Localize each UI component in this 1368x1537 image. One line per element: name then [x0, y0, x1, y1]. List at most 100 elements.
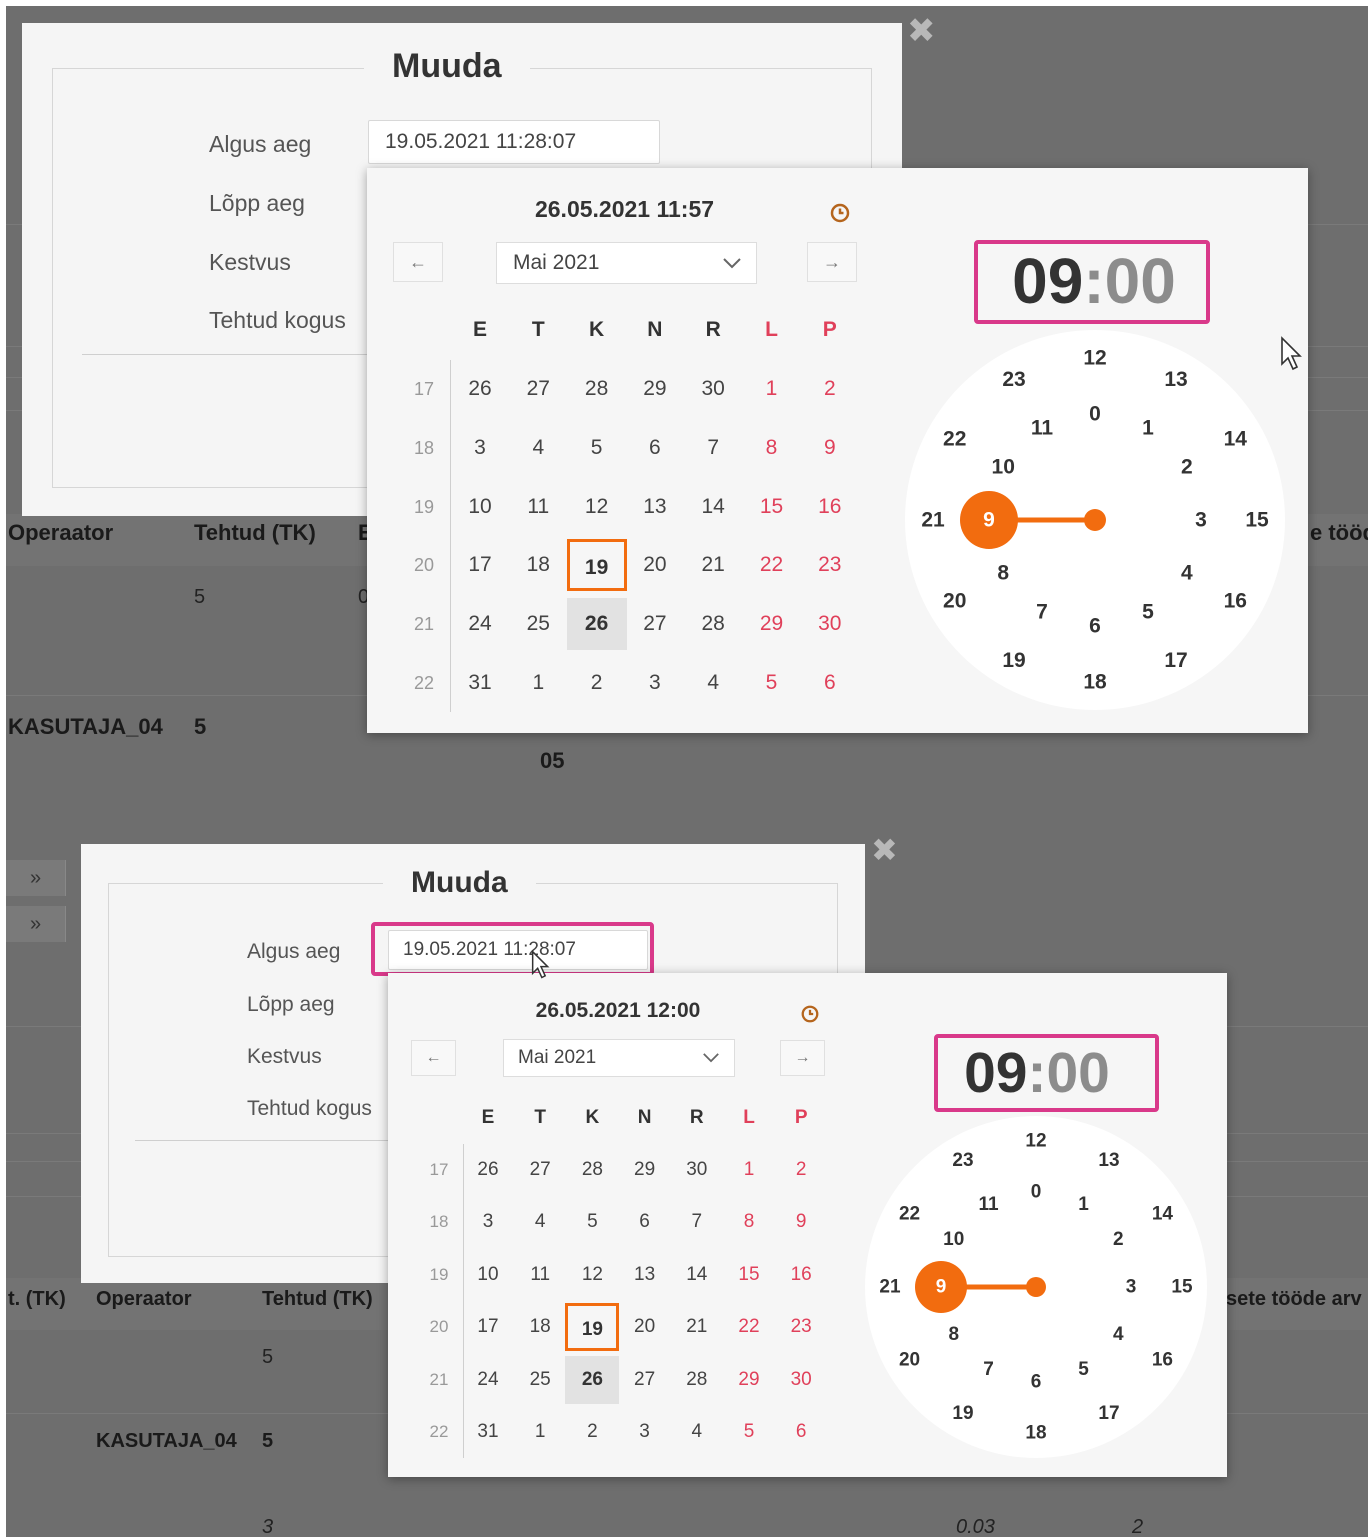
clock-hour-outer[interactable]: 14 — [1224, 428, 1248, 451]
clock-hour-outer[interactable]: 13 — [1098, 1150, 1119, 1171]
clock-hour-inner[interactable]: 8 — [997, 562, 1009, 585]
calendar-day[interactable]: 21 — [683, 539, 743, 591]
calendar-day[interactable]: 3 — [618, 1408, 672, 1456]
calendar-day[interactable]: 30 — [800, 598, 860, 650]
calendar-day[interactable]: 4 — [508, 422, 568, 474]
prev-month-button[interactable]: ← — [411, 1040, 456, 1076]
calendar-day[interactable]: 28 — [567, 363, 627, 415]
clock-hour-inner[interactable]: 6 — [1089, 615, 1101, 638]
clock-hour-inner[interactable]: 5 — [1078, 1359, 1089, 1380]
clock-hour-inner[interactable]: 6 — [1031, 1372, 1042, 1393]
clock-hour-outer[interactable]: 12 — [1025, 1131, 1046, 1152]
next-month-button[interactable]: → — [780, 1040, 825, 1076]
clock-hour-outer[interactable]: 17 — [1164, 649, 1187, 672]
calendar-day[interactable]: 9 — [774, 1198, 828, 1246]
calendar-day[interactable]: 15 — [722, 1251, 776, 1299]
clock-hour-selected[interactable]: 9 — [983, 509, 995, 532]
clock-hour-outer[interactable]: 23 — [1002, 368, 1025, 391]
clock-hour-inner[interactable]: 7 — [1036, 600, 1048, 623]
month-select[interactable]: Mai 2021 — [496, 242, 757, 284]
clock-hour-inner[interactable]: 11 — [1031, 417, 1054, 440]
calendar-day[interactable]: 30 — [670, 1146, 724, 1194]
calendar-day[interactable]: 4 — [683, 657, 743, 709]
calendar-day[interactable]: 5 — [722, 1408, 776, 1456]
close-icon[interactable]: ✖ — [871, 834, 898, 866]
clock-hour-outer[interactable]: 17 — [1098, 1403, 1119, 1424]
calendar-day[interactable]: 31 — [461, 1408, 515, 1456]
clock-hour-inner[interactable]: 8 — [948, 1324, 959, 1345]
prev-month-button[interactable]: ← — [393, 242, 443, 282]
clock-hour-inner[interactable]: 3 — [1126, 1277, 1137, 1298]
calendar-day[interactable]: 13 — [625, 481, 685, 533]
clock-hour-outer[interactable]: 13 — [1164, 368, 1187, 391]
clock-hour-inner[interactable]: 10 — [943, 1229, 964, 1250]
clock-hour-inner[interactable]: 11 — [978, 1194, 999, 1215]
calendar-day[interactable]: 6 — [618, 1198, 672, 1246]
clock-hour-selected[interactable]: 9 — [936, 1277, 947, 1298]
clock-hour-inner[interactable]: 1 — [1142, 417, 1154, 440]
calendar-day[interactable]: 28 — [565, 1146, 619, 1194]
calendar-day[interactable]: 5 — [742, 657, 802, 709]
calendar-day[interactable]: 16 — [800, 481, 860, 533]
calendar-day[interactable]: 30 — [774, 1356, 828, 1404]
calendar-day[interactable]: 15 — [742, 481, 802, 533]
calendar-day[interactable]: 12 — [567, 481, 627, 533]
calendar-day[interactable]: 31 — [450, 657, 510, 709]
calendar-day[interactable]: 1 — [722, 1146, 776, 1194]
clock-hour-outer[interactable]: 23 — [952, 1150, 973, 1171]
calendar-day[interactable]: 8 — [722, 1198, 776, 1246]
clock-hour-outer[interactable]: 15 — [1245, 509, 1269, 532]
calendar-day[interactable]: 27 — [618, 1356, 672, 1404]
calendar-day[interactable]: 2 — [774, 1146, 828, 1194]
clock-hour-inner[interactable]: 2 — [1113, 1229, 1124, 1250]
calendar-day[interactable]: 17 — [461, 1303, 515, 1351]
calendar-day[interactable]: 26 — [461, 1146, 515, 1194]
calendar-day[interactable]: 25 — [513, 1356, 567, 1404]
calendar-day[interactable]: 25 — [508, 598, 568, 650]
calendar-day[interactable]: 23 — [800, 539, 860, 591]
calendar-day[interactable]: 29 — [625, 363, 685, 415]
calendar-day[interactable]: 5 — [567, 422, 627, 474]
calendar-day-today[interactable]: 26 — [566, 598, 627, 651]
calendar-day[interactable]: 7 — [683, 422, 743, 474]
clock-hour-outer[interactable]: 19 — [1002, 649, 1025, 672]
calendar-day-selected[interactable]: 19 — [566, 539, 627, 592]
clock-hour-outer[interactable]: 22 — [899, 1204, 920, 1225]
calendar-day[interactable]: 26 — [450, 363, 510, 415]
calendar-day[interactable]: 2 — [800, 363, 860, 415]
calendar-day[interactable]: 18 — [513, 1303, 567, 1351]
expand-chevron-button[interactable]: » — [6, 860, 66, 896]
calendar-day[interactable]: 12 — [565, 1251, 619, 1299]
picker-title[interactable]: 26.05.2021 11:57 — [517, 196, 732, 223]
clock-hour-outer[interactable]: 21 — [879, 1277, 901, 1298]
clock-hour-outer[interactable]: 20 — [899, 1350, 920, 1371]
calendar-day-today[interactable]: 26 — [565, 1355, 620, 1404]
clock-hour-outer[interactable]: 19 — [952, 1403, 973, 1424]
clock-hour-outer[interactable]: 18 — [1025, 1423, 1046, 1444]
calendar-day[interactable]: 30 — [683, 363, 743, 415]
clock-hour-outer[interactable]: 16 — [1224, 590, 1247, 613]
calendar-day[interactable]: 29 — [618, 1146, 672, 1194]
calendar-day[interactable]: 4 — [670, 1408, 724, 1456]
calendar-day[interactable]: 6 — [774, 1408, 828, 1456]
clock-hour-inner[interactable]: 4 — [1113, 1324, 1124, 1345]
clock-face-svg[interactable]: 12131415161718192021222301234567891011 — [861, 1112, 1211, 1462]
clock-hour-outer[interactable]: 15 — [1171, 1277, 1193, 1298]
calendar-day[interactable]: 2 — [567, 657, 627, 709]
calendar-day[interactable]: 6 — [800, 657, 860, 709]
clock-hour-outer[interactable]: 20 — [943, 590, 966, 613]
calendar-day[interactable]: 3 — [461, 1198, 515, 1246]
clock-hour-inner[interactable]: 0 — [1089, 403, 1101, 426]
clock-hour-inner[interactable]: 5 — [1142, 600, 1154, 623]
calendar-day[interactable]: 8 — [742, 422, 802, 474]
calendar-day[interactable]: 5 — [565, 1198, 619, 1246]
clock-hour-inner[interactable]: 1 — [1078, 1194, 1089, 1215]
calendar-day[interactable]: 1 — [742, 363, 802, 415]
calendar-day[interactable]: 23 — [774, 1303, 828, 1351]
calendar-day[interactable]: 13 — [618, 1251, 672, 1299]
calendar-day[interactable]: 9 — [800, 422, 860, 474]
next-month-button[interactable]: → — [807, 242, 857, 282]
clock-hour-outer[interactable]: 18 — [1083, 671, 1107, 694]
calendar-day[interactable]: 24 — [450, 598, 510, 650]
clock-icon[interactable] — [829, 202, 851, 229]
